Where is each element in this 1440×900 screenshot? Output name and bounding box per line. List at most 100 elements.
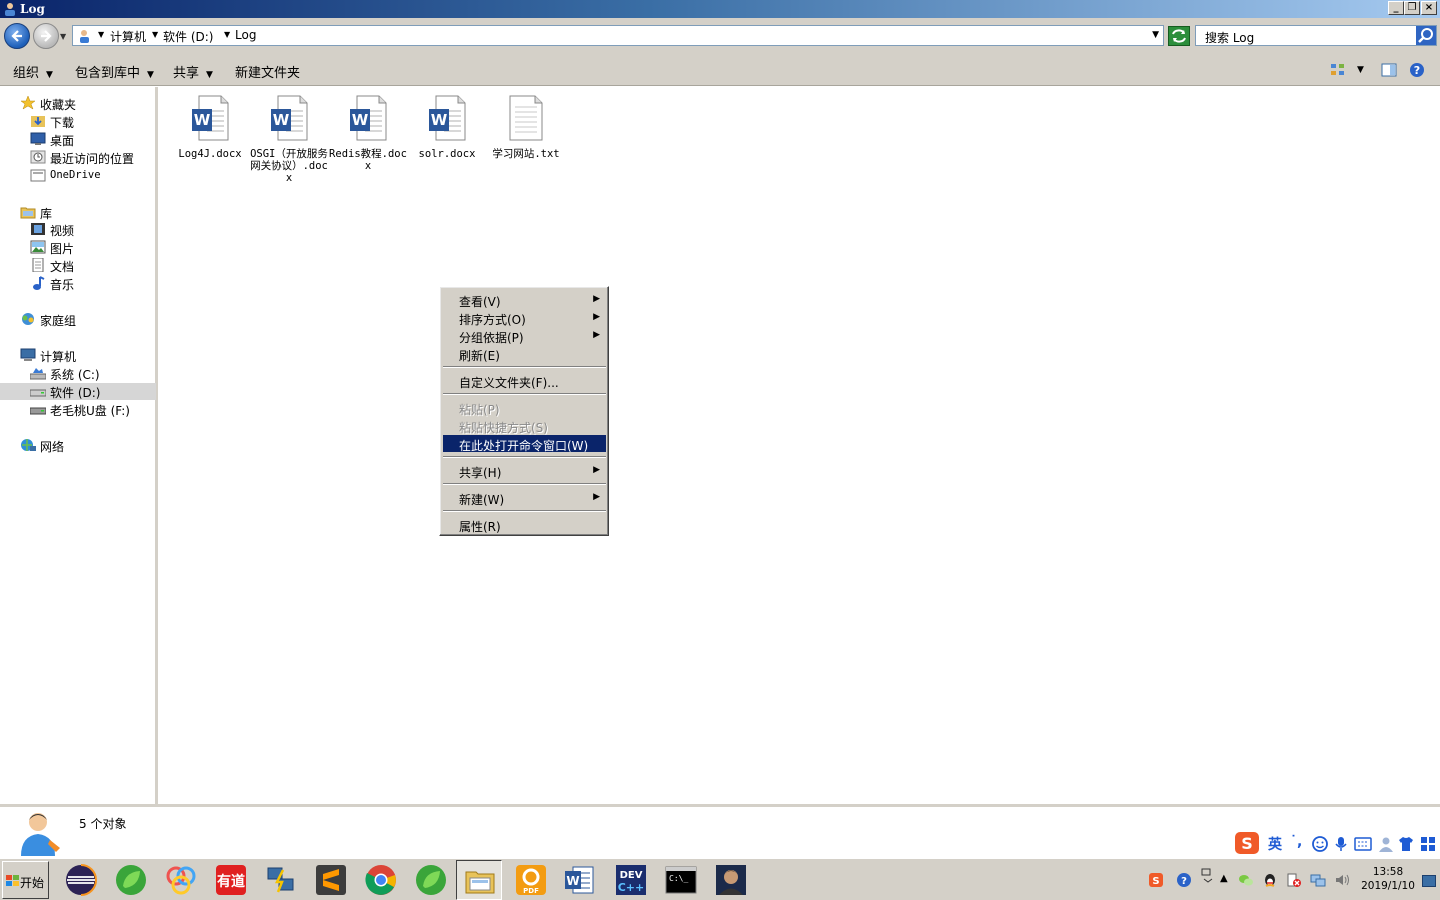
- address-bar[interactable]: ▼ 计算机 ▼ 软件 (D:) ▼ Log ▼: [72, 25, 1164, 46]
- menu-item-open-command-window[interactable]: 在此处打开命令窗口(W): [443, 435, 606, 453]
- nav-drive-c[interactable]: 系统 (C:): [30, 365, 156, 382]
- search-box[interactable]: 搜索 Log: [1195, 25, 1437, 46]
- taskbar-app-devcpp[interactable]: DEV C++: [608, 860, 654, 900]
- ime-punctuation-toggle[interactable]: ˙,: [1290, 834, 1302, 850]
- breadcrumb-computer[interactable]: 计算机: [110, 28, 146, 45]
- menu-item-group-by[interactable]: 分组依据(P) ▶: [443, 327, 606, 345]
- menu-item-refresh[interactable]: 刷新(E): [443, 345, 606, 363]
- refresh-button[interactable]: [1168, 26, 1190, 46]
- view-dropdown-icon[interactable]: ▼: [1357, 65, 1373, 81]
- sogou-logo-icon[interactable]: S: [1234, 831, 1260, 855]
- taskbar-app-chrome[interactable]: [358, 860, 404, 900]
- wechat-icon[interactable]: [1238, 872, 1254, 888]
- nav-music[interactable]: 音乐: [30, 275, 156, 292]
- system-clock[interactable]: 13:58 2019/1/10: [1358, 865, 1418, 893]
- keyboard-icon[interactable]: [1354, 837, 1372, 851]
- restore-button[interactable]: ❐: [1404, 1, 1420, 15]
- submenu-arrow-icon: ▶: [593, 330, 600, 340]
- recent-pages-dropdown[interactable]: ▼: [60, 32, 66, 41]
- share-menu[interactable]: 共享 ▼: [173, 62, 213, 81]
- skin-shirt-icon[interactable]: [1398, 836, 1414, 852]
- nav-pictures[interactable]: 图片: [30, 239, 156, 256]
- nav-recent-places[interactable]: 最近访问的位置: [30, 149, 156, 166]
- taskbar-app-youdao[interactable]: 有道: [208, 860, 254, 900]
- forward-button[interactable]: [33, 23, 59, 49]
- menu-item-sort-by[interactable]: 排序方式(O) ▶: [443, 309, 606, 327]
- file-item[interactable]: W OSGI（开放服务网关协议）.docx: [249, 95, 329, 184]
- qq-penguin-icon[interactable]: [1262, 872, 1278, 888]
- taskbar-app-eclipse[interactable]: [58, 860, 104, 900]
- ime-language-toggle[interactable]: 英: [1268, 834, 1282, 854]
- nav-drive-d[interactable]: 软件 (D:): [0, 383, 156, 400]
- word-icon: W: [565, 866, 594, 894]
- back-button[interactable]: [4, 23, 30, 49]
- minimize-button[interactable]: _: [1388, 1, 1404, 15]
- taskbar-app-network-tool[interactable]: [258, 860, 304, 900]
- search-button[interactable]: [1416, 26, 1436, 45]
- menu-item-share[interactable]: 共享(H) ▶: [443, 462, 606, 480]
- nav-documents[interactable]: 文档: [30, 257, 156, 274]
- taskbar-app-sublime[interactable]: [308, 860, 354, 900]
- taskbar-app-cmd[interactable]: C:\_: [658, 860, 704, 900]
- menu-item-view[interactable]: 查看(V) ▶: [443, 291, 606, 309]
- action-center-warning-icon[interactable]: [1286, 872, 1302, 888]
- menu-item-new[interactable]: 新建(W) ▶: [443, 489, 606, 507]
- breadcrumb-chevron-icon[interactable]: ▼: [152, 30, 158, 39]
- svg-text:W: W: [273, 111, 290, 129]
- nav-onedrive[interactable]: OneDrive: [30, 167, 156, 184]
- nav-drive-f[interactable]: 老毛桃U盘 (F:): [30, 401, 156, 418]
- toolbox-grid-icon[interactable]: [1420, 836, 1436, 852]
- menu-item-customize-folder[interactable]: 自定义文件夹(F)...: [443, 372, 606, 390]
- nav-videos[interactable]: 视频: [30, 221, 156, 238]
- breadcrumb-chevron-icon[interactable]: ▼: [98, 30, 104, 39]
- microphone-icon[interactable]: [1334, 836, 1348, 852]
- show-hidden-icons-chevron-icon[interactable]: ▲: [1220, 873, 1236, 889]
- menu-item-properties[interactable]: 属性(R): [443, 516, 606, 534]
- nav-downloads[interactable]: 下载: [30, 113, 156, 130]
- taskbar-app-user-photo[interactable]: [708, 860, 754, 900]
- file-item[interactable]: 学习网站.txt: [486, 95, 566, 160]
- file-item[interactable]: W solr.docx: [407, 95, 487, 160]
- include-library-menu[interactable]: 包含到库中 ▼: [75, 62, 154, 81]
- taskbar-app-word[interactable]: W: [556, 860, 602, 900]
- include-library-label: 包含到库中: [75, 66, 141, 81]
- taskbar-app-explorer[interactable]: [456, 860, 502, 900]
- file-item[interactable]: W Redis教程.docx: [328, 95, 408, 172]
- help-icon[interactable]: ?: [1409, 62, 1425, 78]
- nav-favorites[interactable]: 收藏夹: [20, 95, 156, 112]
- breadcrumb-chevron-icon[interactable]: ▼: [224, 30, 230, 39]
- close-button[interactable]: ×: [1421, 1, 1437, 15]
- nav-homegroup[interactable]: 家庭组: [20, 311, 156, 328]
- address-dropdown-icon[interactable]: ▼: [1152, 30, 1159, 40]
- taskbar-app-browser[interactable]: [158, 860, 204, 900]
- nav-libraries[interactable]: 库: [20, 204, 156, 221]
- show-desktop-button[interactable]: [1422, 875, 1436, 887]
- menu-label: 粘贴快捷方式(S): [459, 421, 548, 435]
- network-status-icon[interactable]: [1310, 872, 1326, 888]
- view-options-icon[interactable]: [1330, 62, 1346, 78]
- new-folder-button[interactable]: 新建文件夹: [235, 62, 300, 81]
- taskbar-app-pdf[interactable]: PDF: [508, 860, 554, 900]
- language-bar-icon[interactable]: [1200, 867, 1216, 883]
- sogou-tray-icon[interactable]: S: [1148, 872, 1164, 888]
- emoji-icon[interactable]: [1312, 836, 1328, 852]
- file-list[interactable]: W Log4J.docx W OSGI（开放服务网关协议）.docx W Red…: [160, 87, 1440, 804]
- nav-desktop[interactable]: 桌面: [30, 131, 156, 148]
- organize-menu[interactable]: 组织 ▼: [13, 62, 53, 81]
- breadcrumb-drive-d[interactable]: 软件 (D:): [163, 28, 213, 45]
- start-button[interactable]: 开始: [2, 861, 49, 899]
- user-account-icon[interactable]: [1378, 836, 1394, 852]
- breadcrumb-log[interactable]: Log: [235, 28, 256, 42]
- taskbar-app-spring-tool-2[interactable]: [408, 860, 454, 900]
- document-library-icon: [32, 258, 44, 272]
- nav-music-label: 音乐: [50, 278, 75, 292]
- file-item[interactable]: W Log4J.docx: [170, 95, 250, 160]
- nav-computer[interactable]: 计算机: [20, 347, 156, 364]
- preview-pane-icon[interactable]: [1381, 62, 1397, 78]
- nav-network[interactable]: 网络: [20, 437, 156, 454]
- chrome-icon: [365, 865, 396, 895]
- taskbar-app-spring-tool[interactable]: [108, 860, 154, 900]
- help-tray-icon[interactable]: ?: [1176, 872, 1192, 888]
- volume-icon[interactable]: [1334, 872, 1350, 888]
- search-input[interactable]: 搜索 Log: [1205, 29, 1254, 46]
